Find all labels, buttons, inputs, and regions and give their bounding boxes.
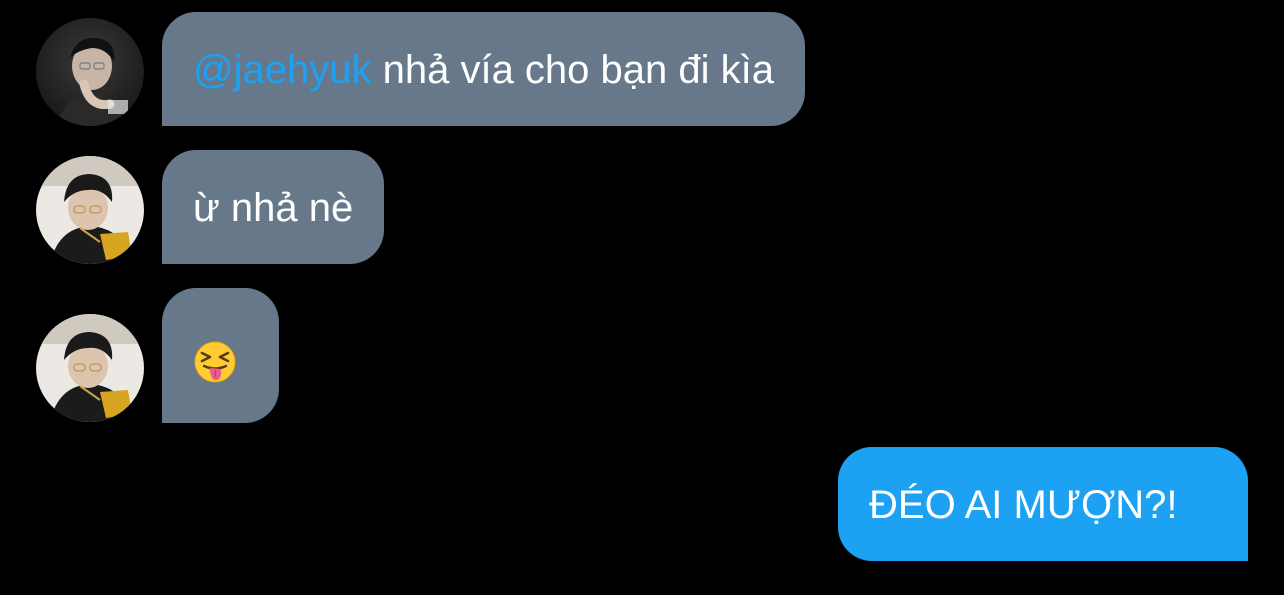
user-mention-link[interactable]: @jaehyuk (193, 48, 371, 92)
message-text: nhả vía cho bạn đi kìa (371, 48, 774, 92)
sender-avatar[interactable] (36, 156, 144, 264)
message-bubble[interactable]: @jaehyuk nhả vía cho bạn đi kìa (162, 12, 805, 126)
sender-avatar[interactable] (36, 18, 144, 126)
user-avatar-1-image (36, 18, 144, 126)
message-bubble[interactable]: ừ nhả nè (162, 150, 385, 264)
conversation-thread: @jaehyuk nhả vía cho bạn đi kìa ừ nhả nè (0, 0, 1284, 595)
squinting-face-with-tongue-icon (193, 340, 237, 384)
user-avatar-2-image (36, 156, 144, 264)
message-text: ừ nhả nè (193, 186, 354, 230)
sender-avatar[interactable] (36, 314, 144, 422)
user-avatar-2-image (36, 314, 144, 422)
outgoing-message-bubble[interactable]: ĐÉO AI MƯỢN?! (838, 447, 1248, 561)
message-bubble[interactable] (162, 288, 279, 423)
message-text: ĐÉO AI MƯỢN?! (869, 483, 1178, 527)
